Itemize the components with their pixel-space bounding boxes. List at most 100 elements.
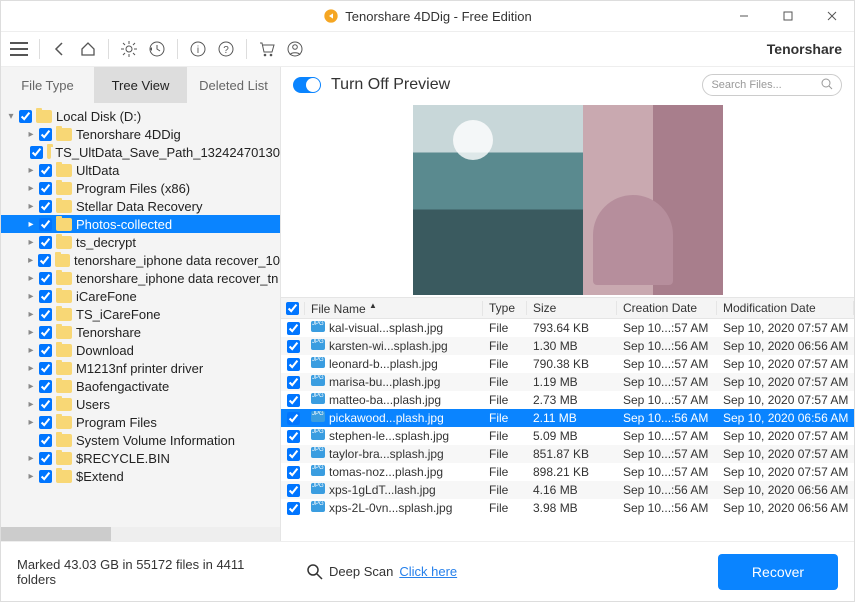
user-icon[interactable] (285, 39, 305, 59)
gear-icon[interactable] (119, 39, 139, 59)
table-row[interactable]: matteo-ba...plash.jpgFile2.73 MBSep 10..… (281, 391, 854, 409)
table-row[interactable]: xps-2L-0vn...splash.jpgFile3.98 MBSep 10… (281, 499, 854, 517)
tree-item[interactable]: ▸$RECYCLE.BIN (1, 449, 280, 467)
tree-checkbox[interactable] (39, 182, 52, 195)
column-file-name[interactable]: File Name ▲ (305, 301, 483, 316)
chevron-right-icon[interactable]: ▸ (25, 453, 37, 464)
chevron-right-icon[interactable]: ▸ (25, 273, 37, 284)
tree-checkbox[interactable] (39, 326, 52, 339)
cart-icon[interactable] (257, 39, 277, 59)
tab-deleted-list[interactable]: Deleted List (187, 67, 280, 103)
search-input[interactable]: Search Files... (702, 74, 842, 96)
help-icon[interactable]: ? (216, 39, 236, 59)
tree-item[interactable]: ▸tenorshare_iphone data recover_10 (1, 251, 280, 269)
tree-checkbox[interactable] (39, 344, 52, 357)
tree-item[interactable]: ▸iCareFone (1, 287, 280, 305)
tree-checkbox[interactable] (39, 470, 52, 483)
home-icon[interactable] (78, 39, 98, 59)
table-row[interactable]: xps-1gLdT...lash.jpgFile4.16 MBSep 10...… (281, 481, 854, 499)
tree-checkbox[interactable] (39, 452, 52, 465)
chevron-right-icon[interactable]: ▸ (25, 219, 37, 230)
table-row[interactable]: marisa-bu...plash.jpgFile1.19 MBSep 10..… (281, 373, 854, 391)
close-button[interactable] (810, 1, 854, 31)
chevron-right-icon[interactable]: ▸ (25, 291, 37, 302)
row-checkbox[interactable] (287, 466, 300, 479)
chevron-down-icon[interactable]: ▾ (5, 111, 17, 122)
tree-checkbox[interactable] (39, 380, 52, 393)
tree-checkbox[interactable] (39, 416, 52, 429)
tree-checkbox[interactable] (39, 290, 52, 303)
tree-item[interactable]: ▸Tenorshare 4DDig (1, 125, 280, 143)
table-row[interactable]: taylor-bra...splash.jpgFile851.87 KBSep … (281, 445, 854, 463)
chevron-right-icon[interactable]: ▸ (25, 345, 37, 356)
chevron-right-icon[interactable]: ▸ (25, 201, 37, 212)
tree-item[interactable]: ▸ts_decrypt (1, 233, 280, 251)
table-row[interactable]: pickawood...plash.jpgFile2.11 MBSep 10..… (281, 409, 854, 427)
table-row[interactable]: kal-visual...splash.jpgFile793.64 KBSep … (281, 319, 854, 337)
tree-checkbox[interactable] (39, 434, 52, 447)
table-row[interactable]: stephen-le...splash.jpgFile5.09 MBSep 10… (281, 427, 854, 445)
history-icon[interactable] (147, 39, 167, 59)
tree-checkbox[interactable] (39, 362, 52, 375)
chevron-right-icon[interactable]: ▸ (25, 327, 37, 338)
tree-item[interactable]: ▸Program Files (1, 413, 280, 431)
chevron-right-icon[interactable]: ▸ (25, 129, 37, 140)
file-list[interactable]: kal-visual...splash.jpgFile793.64 KBSep … (281, 319, 854, 541)
preview-toggle[interactable] (293, 77, 321, 93)
tree-checkbox[interactable] (30, 146, 43, 159)
recover-button[interactable]: Recover (718, 554, 838, 590)
column-type[interactable]: Type (483, 301, 527, 315)
row-checkbox[interactable] (287, 358, 300, 371)
tree-checkbox[interactable] (19, 110, 32, 123)
chevron-right-icon[interactable]: ▸ (25, 255, 36, 266)
row-checkbox[interactable] (287, 376, 300, 389)
tree-item[interactable]: ▸Download (1, 341, 280, 359)
tree-item[interactable]: ▸M1213nf printer driver (1, 359, 280, 377)
row-checkbox[interactable] (287, 484, 300, 497)
chevron-right-icon[interactable]: ▸ (25, 165, 37, 176)
tree-checkbox[interactable] (39, 200, 52, 213)
tree-item[interactable]: ▸Baofengactivate (1, 377, 280, 395)
column-modification-date[interactable]: Modification Date (717, 301, 854, 315)
column-creation-date[interactable]: Creation Date (617, 301, 717, 315)
select-all-checkbox[interactable] (286, 302, 299, 315)
tree-item[interactable]: ▸TS_iCareFone (1, 305, 280, 323)
tree-item[interactable]: ▸tenorshare_iphone data recover_tn (1, 269, 280, 287)
tree-scrollbar-horizontal[interactable] (1, 527, 280, 541)
tree-item[interactable]: ▸Stellar Data Recovery (1, 197, 280, 215)
tree-item[interactable]: ▸Users (1, 395, 280, 413)
tab-file-type[interactable]: File Type (1, 67, 94, 103)
chevron-right-icon[interactable]: ▸ (25, 309, 37, 320)
chevron-right-icon[interactable]: ▸ (25, 363, 37, 374)
tree-checkbox[interactable] (39, 272, 52, 285)
chevron-right-icon[interactable]: ▸ (25, 237, 37, 248)
tree-checkbox[interactable] (38, 254, 51, 267)
minimize-button[interactable] (722, 1, 766, 31)
menu-icon[interactable] (9, 39, 29, 59)
chevron-right-icon[interactable]: ▸ (25, 381, 37, 392)
tree-item[interactable]: ▸Tenorshare (1, 323, 280, 341)
tree-checkbox[interactable] (39, 308, 52, 321)
tree-item[interactable]: System Volume Information (1, 431, 280, 449)
back-icon[interactable] (50, 39, 70, 59)
deep-scan-link[interactable]: Click here (399, 564, 457, 579)
chevron-right-icon[interactable]: ▸ (25, 417, 37, 428)
table-row[interactable]: leonard-b...plash.jpgFile790.38 KBSep 10… (281, 355, 854, 373)
row-checkbox[interactable] (287, 430, 300, 443)
tree-item[interactable]: ▸Photos-collected (1, 215, 280, 233)
chevron-right-icon[interactable]: ▸ (25, 471, 37, 482)
row-checkbox[interactable] (287, 340, 300, 353)
tree-item[interactable]: ▸UltData (1, 161, 280, 179)
tab-tree-view[interactable]: Tree View (94, 67, 187, 103)
tree-item[interactable]: ▸$Extend (1, 467, 280, 485)
table-row[interactable]: tomas-noz...plash.jpgFile898.21 KBSep 10… (281, 463, 854, 481)
folder-tree[interactable]: ▾Local Disk (D:)▸Tenorshare 4DDigTS_UltD… (1, 103, 280, 527)
column-size[interactable]: Size (527, 301, 617, 315)
tree-checkbox[interactable] (39, 164, 52, 177)
tree-checkbox[interactable] (39, 218, 52, 231)
tree-root[interactable]: ▾Local Disk (D:) (1, 107, 280, 125)
row-checkbox[interactable] (287, 448, 300, 461)
row-checkbox[interactable] (287, 322, 300, 335)
info-icon[interactable]: i (188, 39, 208, 59)
tree-checkbox[interactable] (39, 398, 52, 411)
